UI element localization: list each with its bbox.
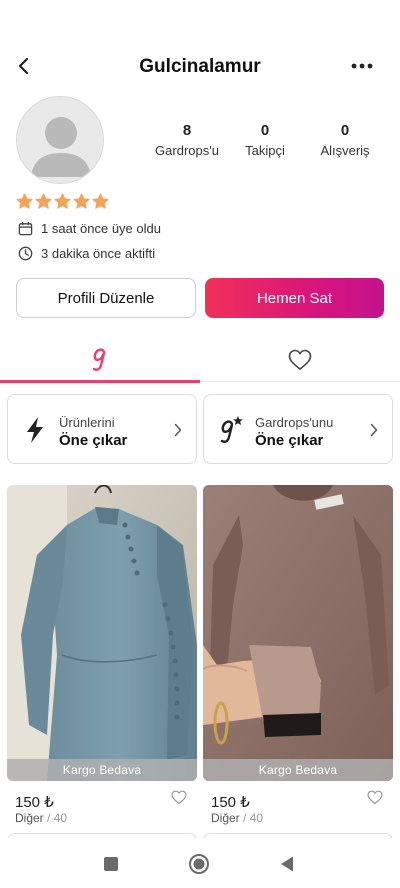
edit-profile-button[interactable]: Profili Düzenle (16, 278, 196, 318)
tab-wardrobe[interactable] (0, 338, 200, 383)
product-photo[interactable]: Kargo Bedava (7, 485, 197, 781)
product-image (203, 485, 393, 781)
product-size: 40 (249, 811, 264, 825)
star-icon (54, 193, 71, 209)
home-circle-icon (189, 854, 209, 874)
product-image (7, 485, 197, 781)
home-button[interactable] (187, 852, 211, 876)
promo-subtitle: Ürünlerini (59, 415, 115, 430)
size-separator: / (239, 811, 250, 825)
stat-label: Takipçi (245, 143, 285, 158)
promo-title: Öne çıkar (255, 432, 324, 449)
product-meta: Diğer / 40 (211, 811, 263, 825)
product-price: 150 ₺ (211, 794, 250, 811)
system-navigation-bar (0, 838, 400, 888)
chevron-right-icon (174, 423, 182, 437)
profile-username: Gulcinalamur (139, 56, 261, 77)
heart-icon (288, 349, 312, 370)
size-separator: / (43, 811, 54, 825)
product-card[interactable]: Kargo Bedava 150 ₺ Diğer / 40 (203, 485, 393, 845)
recents-button[interactable] (99, 852, 123, 876)
tab-favorites[interactable] (200, 338, 400, 382)
lightning-icon (27, 417, 43, 443)
stat-label: Alışveriş (320, 143, 370, 158)
profile-stats: 8 Gardrops'u 0 Takipçi 0 Alışveriş (148, 122, 384, 162)
like-heart-icon[interactable] (171, 790, 187, 805)
avatar-placeholder-icon (17, 97, 103, 183)
top-bar: Gulcinalamur (0, 44, 400, 88)
stat-label: Gardrops'u (155, 143, 219, 158)
back-nav-button[interactable] (275, 852, 299, 876)
star-icon (92, 193, 109, 209)
recents-square-icon (104, 857, 118, 871)
product-photo[interactable]: Kargo Bedava (203, 485, 393, 781)
clock-icon (18, 246, 33, 261)
star-icon (16, 193, 33, 209)
product-category: Diğer (15, 811, 44, 825)
active-info: 3 dakika önce aktifti (18, 246, 155, 261)
stat-value: 0 (340, 122, 350, 139)
star-icon (35, 193, 52, 209)
promo-title: Öne çıkar (59, 432, 128, 449)
active-text: 3 dakika önce aktifti (41, 246, 156, 261)
joined-info: 1 saat önce üye oldu (18, 221, 161, 236)
star-icon (73, 193, 90, 209)
product-meta: Diğer / 40 (15, 811, 67, 825)
stat-purchases[interactable]: 0 Alışveriş (306, 122, 384, 158)
like-heart-icon[interactable] (367, 790, 383, 805)
chevron-right-icon (370, 423, 378, 437)
joined-text: 1 saat önce üye oldu (41, 221, 161, 236)
more-horizontal-icon (351, 63, 373, 69)
profile-tabs (0, 338, 400, 383)
free-shipping-badge: Kargo Bedava (203, 759, 393, 781)
product-size: 40 (53, 811, 68, 825)
product-price: 150 ₺ (15, 794, 54, 811)
avatar[interactable] (16, 96, 104, 184)
promote-wardrobe-card[interactable]: Gardrops'unu Öne çıkar (203, 394, 393, 464)
stat-value: 8 (182, 122, 192, 139)
g-star-icon (220, 416, 243, 443)
stat-followers[interactable]: 0 Takipçi (236, 122, 294, 158)
gardrops-g-icon (92, 348, 106, 371)
product-category: Diğer (211, 811, 240, 825)
rating-stars (16, 193, 109, 210)
free-shipping-badge: Kargo Bedava (7, 759, 197, 781)
sell-now-button[interactable]: Hemen Sat (205, 278, 384, 318)
stat-gardrops[interactable]: 8 Gardrops'u (148, 122, 226, 158)
calendar-icon (18, 221, 33, 236)
promo-subtitle: Gardrops'unu (255, 415, 334, 430)
back-triangle-icon (281, 856, 293, 872)
stat-value: 0 (260, 122, 270, 139)
more-options-button[interactable] (348, 54, 376, 78)
promote-products-card[interactable]: Ürünlerini Öne çıkar (7, 394, 197, 464)
product-card[interactable]: Kargo Bedava 150 ₺ Diğer / 40 (7, 485, 197, 845)
